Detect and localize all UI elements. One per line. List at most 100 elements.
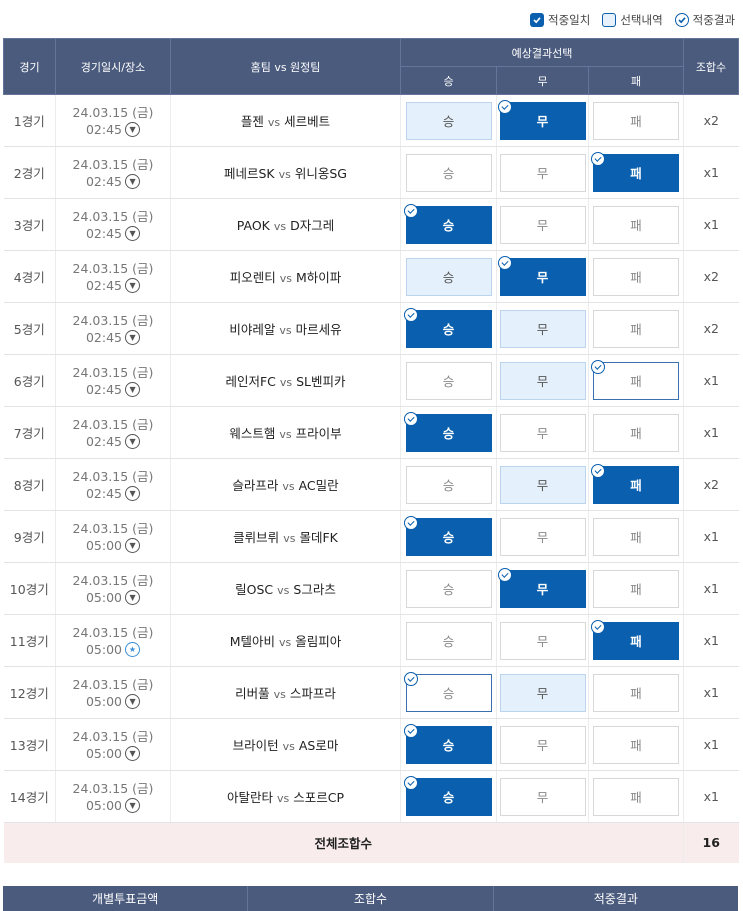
pick-lose-button[interactable]: 패 <box>593 205 679 244</box>
pick-draw-button[interactable]: 무 <box>499 361 586 400</box>
pick-cell-draw: 무 <box>496 94 589 147</box>
pick-cell-draw: 무 <box>496 406 589 459</box>
pick-win-button[interactable]: 승 <box>405 621 492 660</box>
check-badge-icon <box>591 619 605 634</box>
game-date: 24.03.15 (금) <box>72 468 154 484</box>
home-team: 아탈란타 <box>226 790 273 805</box>
game-teams: 리버풀 vs 스파프라 <box>170 666 401 719</box>
pick-lose-button[interactable]: 패 <box>593 777 679 816</box>
check-badge-icon <box>403 515 418 530</box>
location-pin-icon[interactable]: ▼ <box>125 225 141 241</box>
game-number: 6경기 <box>3 354 56 407</box>
pick-draw-button[interactable]: 무 <box>499 153 586 192</box>
game-time-wrap: 05:00 ▼ <box>86 537 141 554</box>
vs-label: vs <box>273 220 287 233</box>
pick-win-button[interactable]: 승 <box>405 153 492 192</box>
check-badge-icon <box>403 775 418 790</box>
pick-win-button[interactable]: 승 <box>403 671 492 712</box>
pick-win-button[interactable]: 승 <box>405 361 492 400</box>
game-teams: 플젠 vs 세르베트 <box>170 94 401 147</box>
location-pin-icon[interactable]: ▼ <box>125 485 141 501</box>
star-location-icon[interactable]: ★ <box>125 641 141 657</box>
game-datetime: 24.03.15 (금) 02:45 ▼ <box>55 406 171 459</box>
pick-cell-win: 승 <box>400 198 497 251</box>
pick-lose-button[interactable]: 패 <box>593 673 679 712</box>
pick-lose-button[interactable]: 패 <box>591 619 679 660</box>
location-pin-icon[interactable]: ▼ <box>125 381 141 397</box>
pick-draw-button[interactable]: 무 <box>499 517 586 556</box>
game-time-wrap: 05:00 ▼ <box>85 797 141 814</box>
pick-lose-button[interactable]: 패 <box>593 309 679 348</box>
pick-draw-button[interactable]: 무 <box>497 99 586 140</box>
pick-draw-button[interactable]: 무 <box>497 567 586 608</box>
pick-draw-button[interactable]: 무 <box>499 205 586 244</box>
location-pin-icon[interactable]: ▼ <box>125 537 141 553</box>
away-team: 몰데FK <box>299 530 338 545</box>
pick-draw-button[interactable]: 무 <box>499 309 586 348</box>
location-pin-icon[interactable]: ▼ <box>125 277 141 293</box>
pick-cell-win: 승 <box>400 666 497 719</box>
pick-lose-button[interactable]: 패 <box>591 463 679 504</box>
game-teams: 아탈란타 vs 스포르CP <box>170 770 401 823</box>
pick-win-button[interactable]: 승 <box>403 775 492 816</box>
location-pin-icon[interactable]: ▼ <box>125 797 141 813</box>
game-combo: x1 <box>683 354 739 407</box>
vs-label: vs <box>273 688 286 701</box>
pick-win-button[interactable]: 승 <box>403 515 492 556</box>
home-team: 페네르SK <box>223 166 275 181</box>
legend-result-label: 적중결과 <box>692 13 735 27</box>
game-teams: 클뤼브뤼 vs 몰데FK <box>170 510 401 563</box>
pick-cell-win: 승 <box>400 354 497 407</box>
check-badge-icon <box>497 255 512 270</box>
pick-draw-label: 무 <box>536 270 549 285</box>
game-date: 24.03.15 (금) <box>72 780 154 796</box>
game-combo: x1 <box>683 146 739 199</box>
away-team: SL벤피카 <box>296 374 346 389</box>
pick-win-button[interactable]: 승 <box>403 203 492 244</box>
pick-lose-button[interactable]: 패 <box>591 151 679 192</box>
pick-lose-button[interactable]: 패 <box>593 101 679 140</box>
location-pin-icon[interactable]: ▼ <box>125 173 141 189</box>
pick-lose-button[interactable]: 패 <box>593 517 679 556</box>
pick-win-button[interactable]: 승 <box>403 723 492 764</box>
pick-win-button[interactable]: 승 <box>403 411 492 452</box>
game-date: 24.03.15 (금) <box>72 208 154 224</box>
pick-win-button[interactable]: 승 <box>405 569 492 608</box>
game-time: 05:00 <box>85 797 123 813</box>
pick-win-button[interactable]: 승 <box>405 465 492 504</box>
pick-win-button[interactable]: 승 <box>405 101 492 140</box>
location-pin-icon[interactable]: ▼ <box>125 433 141 449</box>
pick-draw-label: 무 <box>536 166 549 181</box>
pick-draw-button[interactable]: 무 <box>497 255 586 296</box>
pick-lose-button[interactable]: 패 <box>593 725 679 764</box>
pick-lose-button[interactable]: 패 <box>593 413 679 452</box>
game-number: 1경기 <box>3 94 56 147</box>
pick-draw-button[interactable]: 무 <box>499 465 586 504</box>
location-pin-icon[interactable]: ▼ <box>125 745 141 761</box>
pick-draw-button[interactable]: 무 <box>499 673 586 712</box>
pick-draw-button[interactable]: 무 <box>499 777 586 816</box>
pick-lose-label: 패 <box>630 166 642 181</box>
pick-lose-label: 패 <box>630 218 642 233</box>
pick-draw-button[interactable]: 무 <box>499 725 586 764</box>
pick-lose-button[interactable]: 패 <box>593 569 679 608</box>
pick-draw-button[interactable]: 무 <box>499 413 586 452</box>
check-badge-icon <box>403 411 418 426</box>
location-pin-icon[interactable]: ▼ <box>125 329 141 345</box>
pick-win-button[interactable]: 승 <box>403 307 492 348</box>
pick-lose-button[interactable]: 패 <box>591 359 679 400</box>
game-combo: x1 <box>683 666 739 719</box>
pick-draw-button[interactable]: 무 <box>499 621 586 660</box>
pick-lose-button[interactable]: 패 <box>593 257 679 296</box>
game-row: 14경기 24.03.15 (금) 05:00 ▼ 아탈란타 vs 스포르CP 승 무 패… <box>3 770 739 823</box>
checked-box-icon <box>530 13 545 27</box>
check-badge-icon <box>591 359 605 374</box>
location-pin-icon[interactable]: ▼ <box>125 121 141 137</box>
check-badge-icon <box>497 99 512 114</box>
game-time-wrap: 05:00 ★ <box>86 641 141 658</box>
pick-cell-lose: 패 <box>588 562 684 615</box>
location-pin-icon[interactable]: ▼ <box>125 589 141 605</box>
location-pin-icon[interactable]: ▼ <box>125 693 141 709</box>
pick-win-button[interactable]: 승 <box>405 257 492 296</box>
game-combo: x1 <box>683 198 739 251</box>
